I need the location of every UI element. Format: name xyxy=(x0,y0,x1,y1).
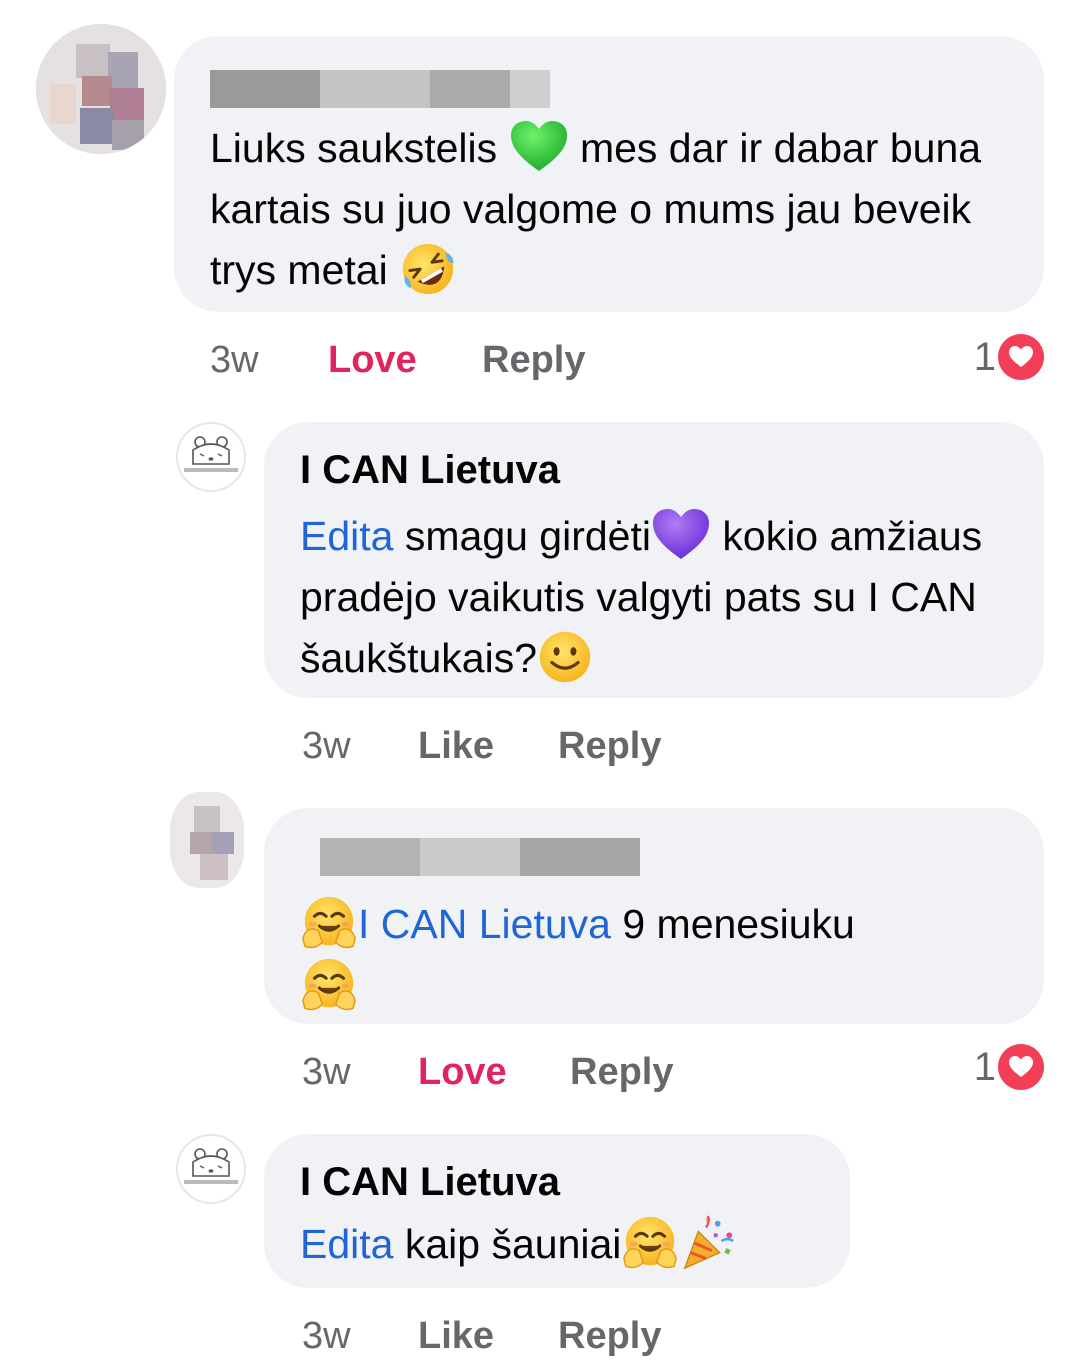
redacted-author-name[interactable] xyxy=(210,70,550,110)
mention-link[interactable]: Edita xyxy=(300,1221,393,1267)
bear-logo-icon xyxy=(184,1148,238,1184)
comment-bubble: I CAN Lietuva 9 menesiuku xyxy=(264,808,1044,1024)
author-name[interactable]: I CAN Lietuva xyxy=(300,444,1010,496)
comment-bubble: Liuks saukstelis mes dar ir dabar buna k… xyxy=(174,36,1044,312)
reply-button[interactable]: Reply xyxy=(558,1312,661,1360)
rolling-on-floor-laughing-icon xyxy=(402,244,454,295)
green-heart-icon xyxy=(510,121,567,172)
love-button[interactable]: Love xyxy=(328,336,417,384)
purple-heart-icon xyxy=(652,509,709,560)
reply-button[interactable]: Reply xyxy=(570,1048,673,1096)
avatar[interactable] xyxy=(170,792,244,888)
comment-actions: 3w Love Reply xyxy=(302,1048,802,1096)
bear-logo-icon xyxy=(184,436,238,472)
party-popper-icon xyxy=(683,1215,735,1270)
comment-bubble: I CAN Lietuva Edita smagu girdėti kokio … xyxy=(264,422,1044,698)
smiling-face-icon xyxy=(539,632,591,683)
reaction-count: 1 xyxy=(973,335,996,379)
comment-text: Liuks saukstelis mes dar ir dabar buna k… xyxy=(210,118,1010,302)
reaction-count: 1 xyxy=(973,1045,996,1089)
reply-button[interactable]: Reply xyxy=(558,722,661,770)
love-heart-icon xyxy=(998,334,1044,380)
comment-bubble: I CAN Lietuva Edita kaip šauniai xyxy=(264,1134,850,1288)
author-name[interactable]: I CAN Lietuva xyxy=(300,1156,816,1208)
mention-link[interactable]: Edita xyxy=(300,513,393,559)
love-heart-icon xyxy=(998,1044,1044,1090)
comment-actions: 3w Like Reply xyxy=(302,1312,802,1360)
page-avatar[interactable] xyxy=(176,1134,246,1204)
timestamp[interactable]: 3w xyxy=(302,722,351,770)
reaction-summary[interactable]: 1 xyxy=(944,332,1044,382)
comment-text: Edita kaip šauniai xyxy=(300,1214,816,1276)
like-button[interactable]: Like xyxy=(418,722,494,770)
timestamp[interactable]: 3w xyxy=(302,1312,351,1360)
page-avatar[interactable] xyxy=(176,422,246,492)
timestamp[interactable]: 3w xyxy=(302,1048,351,1096)
timestamp[interactable]: 3w xyxy=(210,336,259,384)
reply-button[interactable]: Reply xyxy=(482,336,585,384)
like-button[interactable]: Like xyxy=(418,1312,494,1360)
love-button[interactable]: Love xyxy=(418,1048,507,1096)
avatar[interactable] xyxy=(36,24,166,154)
hugging-face-icon xyxy=(300,894,358,952)
reaction-summary[interactable]: 1 xyxy=(944,1042,1044,1092)
redacted-author-name[interactable] xyxy=(300,838,640,878)
hugging-face-icon xyxy=(621,1214,679,1272)
comment-text: Edita smagu girdėti kokio amžiaus pradėj… xyxy=(300,506,1010,689)
hugging-face-icon xyxy=(300,956,358,1014)
mention-link[interactable]: I CAN Lietuva xyxy=(358,901,611,947)
comment-actions: 3w Like Reply xyxy=(302,722,802,770)
comment-actions: 3w Love Reply xyxy=(210,336,710,384)
comment-text: I CAN Lietuva 9 menesiuku xyxy=(300,894,1010,1018)
